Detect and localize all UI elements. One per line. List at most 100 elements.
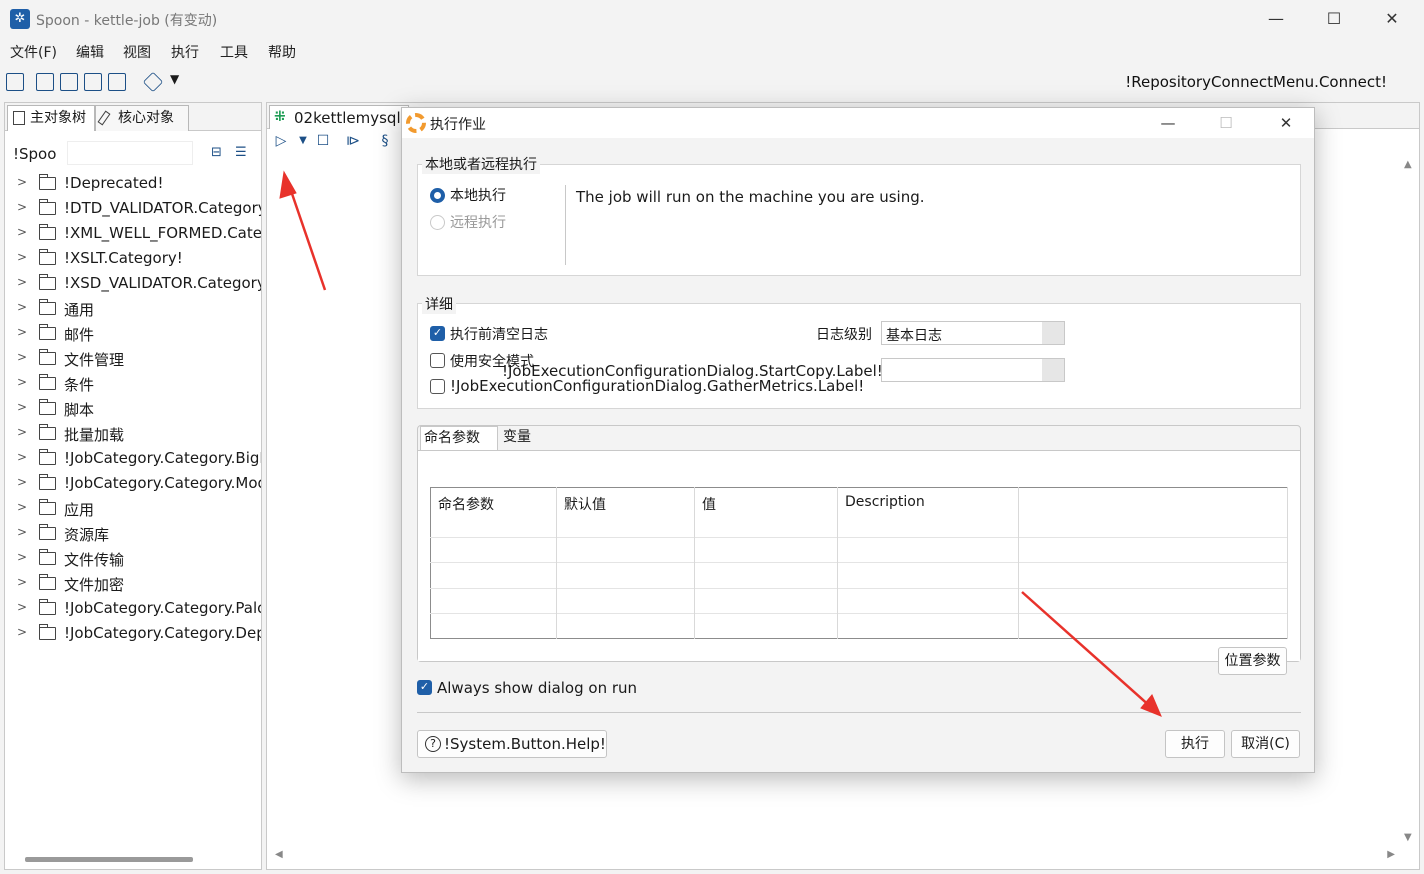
chevron-right-icon[interactable]: > xyxy=(17,550,27,564)
scroll-up-arrow[interactable]: ▲ xyxy=(1404,159,1412,170)
table-row[interactable] xyxy=(430,536,1288,563)
tab-job-02kettlemysql[interactable]: ⁜ 02kettlemysql xyxy=(269,105,409,129)
table-cell[interactable] xyxy=(556,612,695,639)
table-cell[interactable] xyxy=(556,562,695,588)
canvas-vertical-scrollbar[interactable]: ▲ ▼ xyxy=(1403,159,1415,843)
chevron-right-icon[interactable]: > xyxy=(17,600,27,614)
col-header-extra[interactable] xyxy=(1018,487,1288,538)
repository-connect-link[interactable]: !RepositoryConnectMenu.Connect! xyxy=(1125,73,1387,91)
start-copy-select[interactable] xyxy=(881,358,1065,382)
tree-item[interactable]: > !Deprecated! xyxy=(5,171,261,196)
table-cell[interactable] xyxy=(837,612,1019,639)
chevron-right-icon[interactable]: > xyxy=(17,625,27,639)
scroll-down-arrow[interactable]: ▼ xyxy=(1404,832,1412,843)
position-params-button[interactable]: 位置参数 xyxy=(1218,647,1287,675)
table-cell[interactable] xyxy=(694,587,838,614)
tree-item[interactable]: > 通用 xyxy=(5,296,261,321)
always-show-checkbox[interactable]: ✓ xyxy=(417,680,432,695)
tab-named-params[interactable]: 命名参数 xyxy=(420,426,498,450)
run-options-dropdown-icon[interactable]: ▼ xyxy=(295,133,311,149)
chevron-right-icon[interactable]: > xyxy=(17,275,27,289)
tab-core-objects[interactable]: 核心对象 xyxy=(95,105,189,131)
menu-edit[interactable]: 编辑 xyxy=(76,42,104,62)
tree-item[interactable]: > 脚本 xyxy=(5,396,261,421)
named-params-table[interactable]: 命名参数 默认值 值 Description xyxy=(430,487,1288,639)
table-cell[interactable] xyxy=(1018,587,1288,614)
chevron-right-icon[interactable]: > xyxy=(17,450,27,464)
tree-item[interactable]: > !XSLT.Category! xyxy=(5,246,261,271)
chevron-right-icon[interactable]: > xyxy=(17,475,27,489)
col-header-value[interactable]: 值 xyxy=(694,487,838,538)
safe-mode-checkbox[interactable] xyxy=(430,353,445,368)
save-icon[interactable] xyxy=(84,73,102,91)
run-button[interactable]: 执行 xyxy=(1165,730,1225,758)
tab-main-tree[interactable]: 主对象树 xyxy=(7,105,95,131)
table-row[interactable] xyxy=(430,587,1288,614)
tree-item[interactable]: > !JobCategory.Category.Palo! xyxy=(5,596,261,621)
save-as-icon[interactable] xyxy=(108,73,126,91)
explore-repository-icon[interactable] xyxy=(60,73,78,91)
menu-view[interactable]: 视图 xyxy=(123,42,151,62)
collapse-all-icon[interactable]: ⊟ xyxy=(211,145,222,160)
table-cell[interactable] xyxy=(837,536,1019,563)
tree-item[interactable]: > !JobCategory.Category.Modeling! xyxy=(5,471,261,496)
close-button[interactable]: ✕ xyxy=(1372,6,1412,32)
tree-item[interactable]: > !DTD_VALIDATOR.Category! xyxy=(5,196,261,221)
tree-item[interactable]: > 文件加密 xyxy=(5,571,261,596)
table-cell[interactable] xyxy=(837,587,1019,614)
table-cell[interactable] xyxy=(1018,612,1288,639)
chevron-right-icon[interactable]: > xyxy=(17,250,27,264)
sql-icon[interactable]: § xyxy=(377,133,393,149)
log-level-dropdown-button[interactable] xyxy=(1042,322,1064,344)
gather-metrics-checkbox[interactable] xyxy=(430,379,445,394)
minimize-button[interactable]: — xyxy=(1256,6,1296,32)
tree-item[interactable]: > !XSD_VALIDATOR.Category! xyxy=(5,271,261,296)
start-copy-dropdown-button[interactable] xyxy=(1042,359,1064,381)
chevron-right-icon[interactable]: > xyxy=(17,525,27,539)
table-row[interactable] xyxy=(430,562,1288,588)
table-cell[interactable] xyxy=(1018,536,1288,563)
table-cell[interactable] xyxy=(694,612,838,639)
tree-item[interactable]: > 应用 xyxy=(5,496,261,521)
table-cell[interactable] xyxy=(694,536,838,563)
dialog-close-button[interactable]: ✕ xyxy=(1270,111,1302,135)
left-horizontal-scrollbar[interactable] xyxy=(25,857,193,862)
layers-icon[interactable] xyxy=(142,71,164,93)
new-file-icon[interactable] xyxy=(6,73,24,91)
open-folder-icon[interactable] xyxy=(36,73,54,91)
chevron-right-icon[interactable]: > xyxy=(17,175,27,189)
remote-exec-radio[interactable] xyxy=(430,215,445,230)
expand-all-icon[interactable]: ☰ xyxy=(235,145,247,160)
col-header-default-value[interactable]: 默认值 xyxy=(556,487,695,538)
menu-tools[interactable]: 工具 xyxy=(220,42,248,62)
table-cell[interactable] xyxy=(1018,562,1288,588)
chevron-right-icon[interactable]: > xyxy=(17,300,27,314)
scroll-left-arrow[interactable]: ◀ xyxy=(275,849,283,860)
tree-item[interactable]: > 条件 xyxy=(5,371,261,396)
scroll-right-arrow[interactable]: ▶ xyxy=(1387,849,1395,860)
chevron-right-icon[interactable]: > xyxy=(17,375,27,389)
tab-variables[interactable]: 变量 xyxy=(500,426,550,450)
tree-item[interactable]: > 邮件 xyxy=(5,321,261,346)
canvas-horizontal-scrollbar[interactable]: ◀ ▶ xyxy=(275,849,1395,861)
chevron-right-icon[interactable]: > xyxy=(17,350,27,364)
tree-item[interactable]: > 文件传输 xyxy=(5,546,261,571)
chevron-right-icon[interactable]: > xyxy=(17,425,27,439)
chevron-right-icon[interactable]: > xyxy=(17,400,27,414)
dialog-maximize-button[interactable]: ☐ xyxy=(1210,111,1242,135)
table-cell[interactable] xyxy=(430,536,557,563)
replay-icon[interactable]: ⧐ xyxy=(345,133,361,149)
search-input[interactable] xyxy=(67,141,193,165)
chevron-right-icon[interactable]: > xyxy=(17,200,27,214)
menu-help[interactable]: 帮助 xyxy=(268,42,296,62)
tree-item[interactable]: > !JobCategory.Category.BigData! xyxy=(5,446,261,471)
table-row[interactable] xyxy=(430,612,1288,639)
clear-log-checkbox[interactable]: ✓ xyxy=(430,326,445,341)
menu-file[interactable]: 文件(F) xyxy=(10,42,57,62)
table-cell[interactable] xyxy=(430,612,557,639)
help-button[interactable]: ? !System.Button.Help! xyxy=(417,730,607,758)
col-header-param-name[interactable]: 命名参数 xyxy=(430,487,557,538)
table-cell[interactable] xyxy=(430,587,557,614)
stop-icon[interactable]: ☐ xyxy=(315,133,331,149)
menu-run[interactable]: 执行 xyxy=(171,42,199,62)
